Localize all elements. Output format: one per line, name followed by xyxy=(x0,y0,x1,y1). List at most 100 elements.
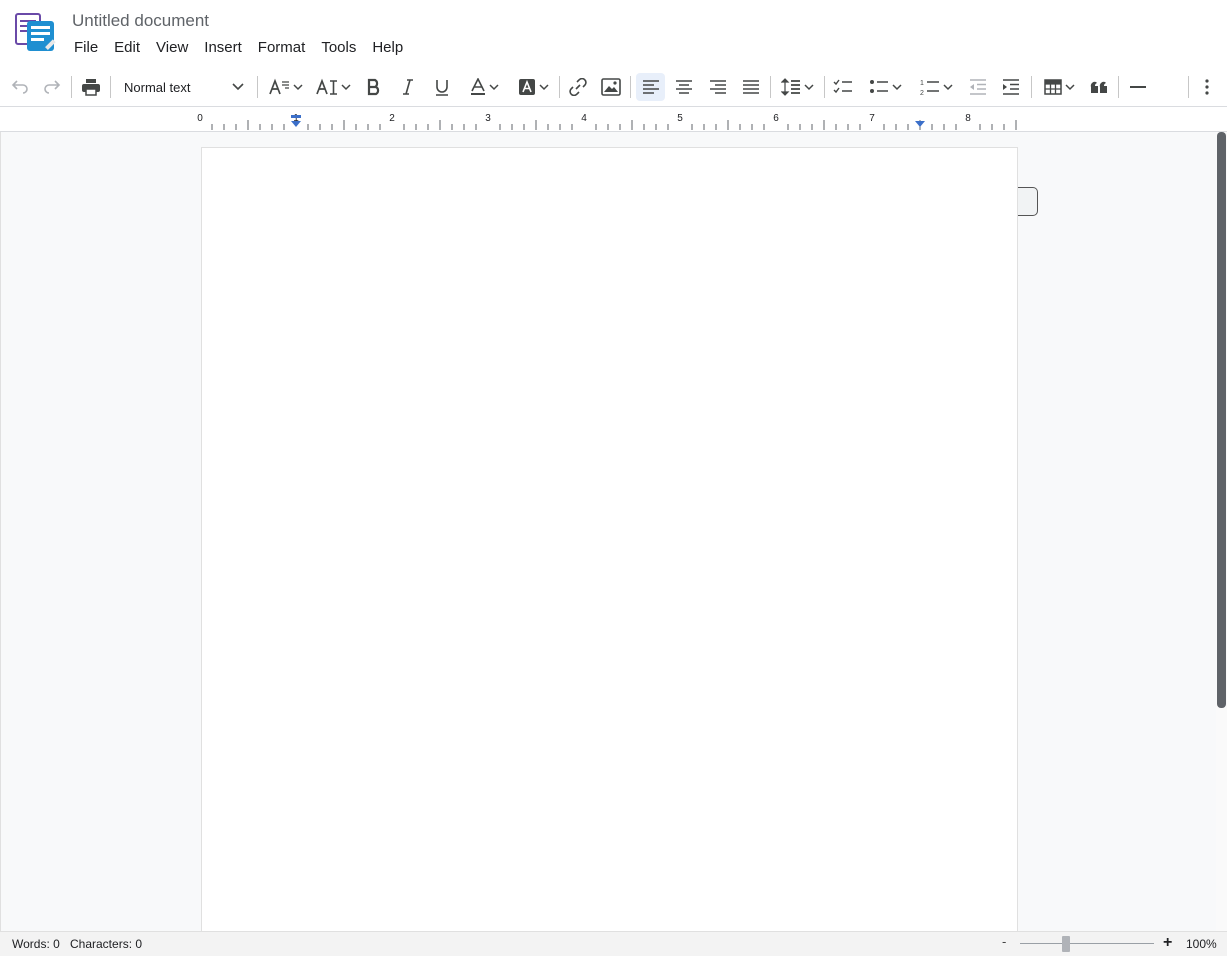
chevron-down-icon xyxy=(292,83,303,90)
line-spacing-button[interactable] xyxy=(776,73,818,101)
quote-button[interactable] xyxy=(1086,73,1112,101)
app-logo-icon xyxy=(14,12,58,54)
decrease-indent-icon xyxy=(970,79,986,95)
redo-button[interactable] xyxy=(40,73,66,101)
chevron-down-icon xyxy=(340,83,351,90)
italic-icon xyxy=(403,79,413,95)
insert-link-button[interactable] xyxy=(565,73,591,101)
formatting-toolbar: Normal text 1 2 xyxy=(0,68,1227,106)
toolbar-divider xyxy=(1188,76,1189,98)
bold-icon xyxy=(367,78,380,96)
bold-button[interactable] xyxy=(361,73,387,101)
bulleted-list-icon xyxy=(869,80,888,93)
align-center-button[interactable] xyxy=(670,73,698,101)
menu-format[interactable]: Format xyxy=(250,37,314,59)
image-icon xyxy=(601,78,621,96)
menu-insert[interactable]: Insert xyxy=(196,37,250,59)
svg-text:2: 2 xyxy=(920,90,924,96)
toolbar-divider xyxy=(824,76,825,98)
bulleted-list-button[interactable] xyxy=(862,73,908,101)
menu-view[interactable]: View xyxy=(148,37,196,59)
italic-button[interactable] xyxy=(395,73,421,101)
decrease-indent-button[interactable] xyxy=(965,73,991,101)
text-color-button[interactable] xyxy=(463,73,505,101)
menu-tools[interactable]: Tools xyxy=(313,37,364,59)
toolbar-divider xyxy=(110,76,111,98)
toolbar-divider xyxy=(71,76,72,98)
chevron-down-icon xyxy=(538,83,549,90)
horizontal-rule-button[interactable] xyxy=(1124,73,1152,101)
chevron-down-icon xyxy=(232,83,244,91)
zoom-in-button[interactable]: + xyxy=(1163,934,1172,952)
numbered-list-icon: 12 xyxy=(920,80,939,96)
document-canvas xyxy=(0,132,1216,947)
insert-image-button[interactable] xyxy=(598,73,624,101)
insert-table-button[interactable] xyxy=(1038,73,1080,101)
font-size-icon xyxy=(268,78,289,95)
right-indent-marker-icon[interactable] xyxy=(915,121,925,127)
toolbar-divider xyxy=(559,76,560,98)
numbered-list-button[interactable]: 12 xyxy=(913,73,959,101)
zoom-slider-track[interactable] xyxy=(1020,943,1154,944)
scrollbar-thumb[interactable] xyxy=(1217,132,1226,708)
underline-button[interactable] xyxy=(429,73,455,101)
horizontal-ruler: 012345678 xyxy=(0,106,1227,132)
ruler-label: 7 xyxy=(869,113,875,124)
redo-icon xyxy=(44,80,61,94)
menu-edit[interactable]: Edit xyxy=(106,37,148,59)
menu-help[interactable]: Help xyxy=(364,37,411,59)
chevron-down-icon xyxy=(942,83,953,90)
ruler-label: 6 xyxy=(773,113,779,124)
toolbar-divider xyxy=(630,76,631,98)
highlight-color-icon xyxy=(518,79,535,95)
word-count: Words: 0 xyxy=(12,937,60,951)
comment-side-tab[interactable] xyxy=(1018,187,1038,216)
align-center-icon xyxy=(676,80,692,94)
align-justify-button[interactable] xyxy=(737,73,765,101)
chevron-down-icon xyxy=(891,83,902,90)
print-button[interactable] xyxy=(78,73,104,101)
zoom-level: 100% xyxy=(1186,937,1217,951)
print-icon xyxy=(82,79,100,96)
zoom-out-button[interactable]: - xyxy=(1002,934,1006,949)
increase-indent-button[interactable] xyxy=(998,73,1024,101)
ruler-label: 5 xyxy=(677,113,683,124)
checklist-button[interactable] xyxy=(830,73,856,101)
font-size-button[interactable] xyxy=(265,73,305,101)
toolbar-divider xyxy=(257,76,258,98)
menu-file[interactable]: File xyxy=(66,37,106,59)
character-count: Characters: 0 xyxy=(70,937,143,951)
ruler-label: 4 xyxy=(581,113,587,124)
ruler-label: 3 xyxy=(485,113,491,124)
more-options-button[interactable] xyxy=(1196,73,1218,101)
app-header: Untitled document File Edit View Insert … xyxy=(0,0,1227,68)
chevron-down-icon xyxy=(803,83,814,90)
link-icon xyxy=(569,78,587,96)
align-right-button[interactable] xyxy=(704,73,732,101)
underline-icon xyxy=(436,80,448,96)
line-spacing-icon xyxy=(780,78,800,96)
undo-icon xyxy=(11,80,28,94)
left-indent-marker-icon[interactable] xyxy=(291,121,301,127)
ruler-label: 8 xyxy=(965,113,971,124)
table-icon xyxy=(1043,79,1062,95)
text-color-icon xyxy=(470,78,485,95)
zoom-slider-thumb[interactable] xyxy=(1062,936,1070,952)
align-justify-icon xyxy=(743,80,759,94)
quote-icon xyxy=(1090,81,1107,93)
highlight-color-button[interactable] xyxy=(512,73,554,101)
document-title[interactable]: Untitled document xyxy=(72,11,209,31)
ruler-scale: 012345678 xyxy=(197,113,1017,130)
paragraph-style-dropdown[interactable]: Normal text xyxy=(118,73,250,101)
align-left-icon xyxy=(642,80,659,94)
checklist-icon xyxy=(833,79,852,94)
document-page[interactable] xyxy=(201,147,1018,947)
word-processor-window: Untitled document File Edit View Insert … xyxy=(0,0,1227,956)
menu-bar: File Edit View Insert Format Tools Help xyxy=(66,37,411,59)
first-line-indent-marker[interactable] xyxy=(291,115,301,118)
align-left-button[interactable] xyxy=(636,73,665,101)
increase-indent-icon xyxy=(1003,79,1019,95)
horizontal-rule-icon xyxy=(1130,86,1146,88)
text-case-button[interactable] xyxy=(312,73,354,101)
undo-button[interactable] xyxy=(6,73,32,101)
